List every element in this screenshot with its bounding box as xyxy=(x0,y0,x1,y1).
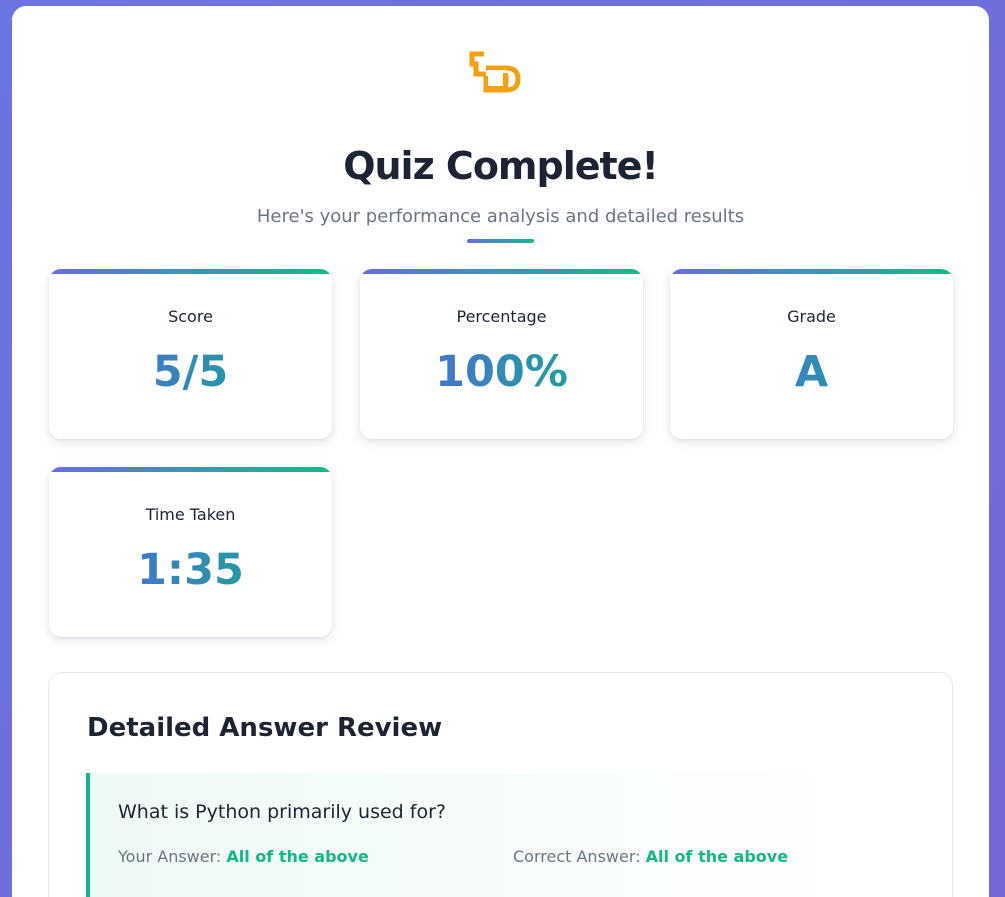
page-title: Quiz Complete! xyxy=(343,144,659,188)
answer-review-panel: Detailed Answer Review What is Python pr… xyxy=(48,672,953,897)
correct-answer: Correct Answer: All of the above xyxy=(513,847,788,866)
your-answer-value: All of the above xyxy=(226,847,369,866)
question-text: What is Python primarily used for? xyxy=(118,801,446,823)
results-container: Quiz Complete! Here's your performance a… xyxy=(12,6,989,897)
stat-label: Score xyxy=(168,307,213,326)
stat-card-time-taken: Time Taken 1:35 xyxy=(49,467,332,637)
stat-label: Percentage xyxy=(456,307,547,326)
stat-label: Grade xyxy=(787,307,836,326)
your-answer: Your Answer: All of the above xyxy=(118,847,369,866)
review-title: Detailed Answer Review xyxy=(87,713,443,743)
correct-answer-label: Correct Answer: xyxy=(513,847,641,866)
stat-card-score: Score 5/5 xyxy=(49,269,332,439)
title-divider xyxy=(467,239,534,243)
stat-value: 1:35 xyxy=(49,545,332,595)
stat-value: 5/5 xyxy=(49,347,332,397)
correct-answer-value: All of the above xyxy=(645,847,789,866)
stat-value: 100% xyxy=(360,347,643,397)
trophy-icon xyxy=(469,51,521,93)
answer-review-item: What is Python primarily used for? Your … xyxy=(86,773,879,897)
stat-card-percentage: Percentage 100% xyxy=(360,269,643,439)
your-answer-label: Your Answer: xyxy=(118,847,222,866)
stat-value: A xyxy=(670,347,953,397)
page-subtitle: Here's your performance analysis and det… xyxy=(256,206,745,227)
stat-card-grade: Grade A xyxy=(670,269,953,439)
stat-label: Time Taken xyxy=(145,505,236,524)
